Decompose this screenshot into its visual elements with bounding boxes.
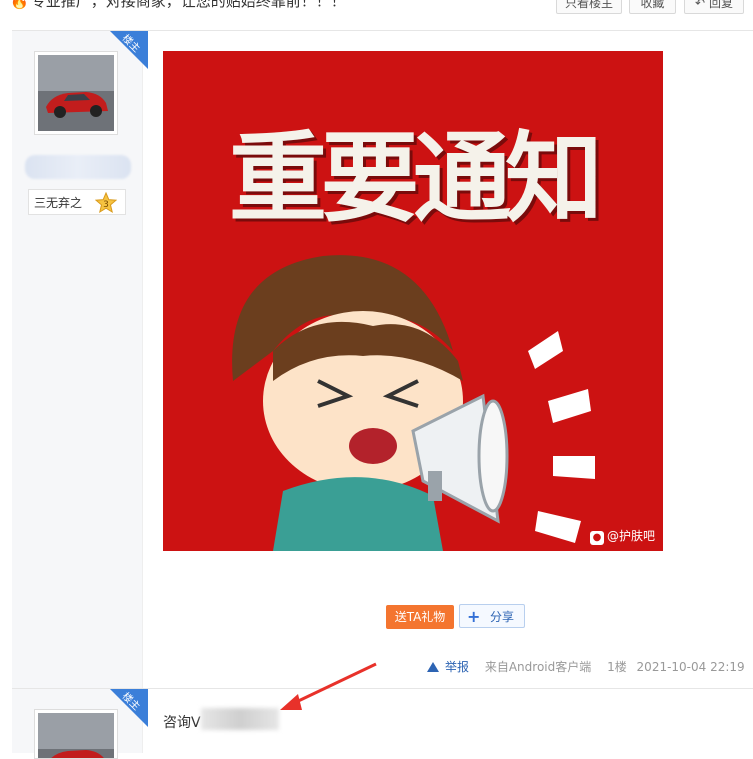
post-floor-2: 楼主 [12, 688, 753, 759]
watermark-logo-icon: ● [589, 531, 604, 545]
share-button[interactable]: + 分享 [459, 604, 525, 628]
post-image[interactable]: 重要通知 ● @护肤吧 [163, 51, 663, 551]
author-sidebar: 三无弃之 3 [12, 31, 143, 689]
watermark-text: @护肤吧 [606, 529, 655, 543]
reply-button[interactable]: ↶ 回复 [684, 0, 744, 14]
report-link[interactable]: 举报 [427, 660, 475, 674]
thread-title-bar: 🔥 专业推广，对接商家，让您的贴始终靠前！！！ 只看楼主 收藏 ↶ 回复 [0, 0, 753, 30]
user-level-badge[interactable]: 三无弃之 3 [28, 189, 126, 215]
warning-icon [427, 662, 439, 672]
post-time: 2021-10-04 22:19 [636, 660, 745, 674]
red-arrow-annotation-icon [280, 662, 377, 710]
post-tail: 举报 来自Android客户端 1楼 2021-10-04 22:19 回复 [427, 658, 753, 675]
floor-number: 1楼 [607, 660, 627, 674]
share-label: 分享 [490, 610, 515, 624]
megaphone-boy-illustration [232, 255, 595, 551]
username-blurred[interactable] [25, 155, 131, 179]
thread-title: 🔥 专业推广，对接商家，让您的贴始终靠前！！！ [10, 0, 346, 11]
thread-title-text: 专业推广，对接商家，让您的贴始终靠前！！！ [30, 0, 346, 10]
report-label: 举报 [445, 660, 470, 674]
image-watermark: ● @护肤吧 [589, 527, 655, 545]
level-title: 三无弃之 [34, 196, 83, 210]
contact-blurred [201, 708, 279, 730]
reply-icon: ↶ [695, 0, 706, 10]
level-number: 3 [103, 200, 109, 210]
client-source: 来自Android客户端 [485, 660, 597, 674]
send-gift-button[interactable]: 送TA礼物 [386, 605, 454, 629]
reply-label: 回复 [708, 0, 733, 10]
client-label: 来自Android客户端 [484, 660, 592, 674]
only-op-button[interactable]: 只看楼主 [556, 0, 622, 14]
level-star-icon: 3 [95, 192, 117, 214]
share-icon: + [467, 607, 481, 626]
avatar[interactable] [34, 51, 118, 135]
collect-button[interactable]: 收藏 [629, 0, 676, 14]
post2-content: 咨询V [163, 715, 201, 731]
avatar-car-image [38, 55, 114, 131]
fire-icon: 🔥 [10, 0, 29, 10]
avatar-car-image-2 [38, 713, 114, 758]
